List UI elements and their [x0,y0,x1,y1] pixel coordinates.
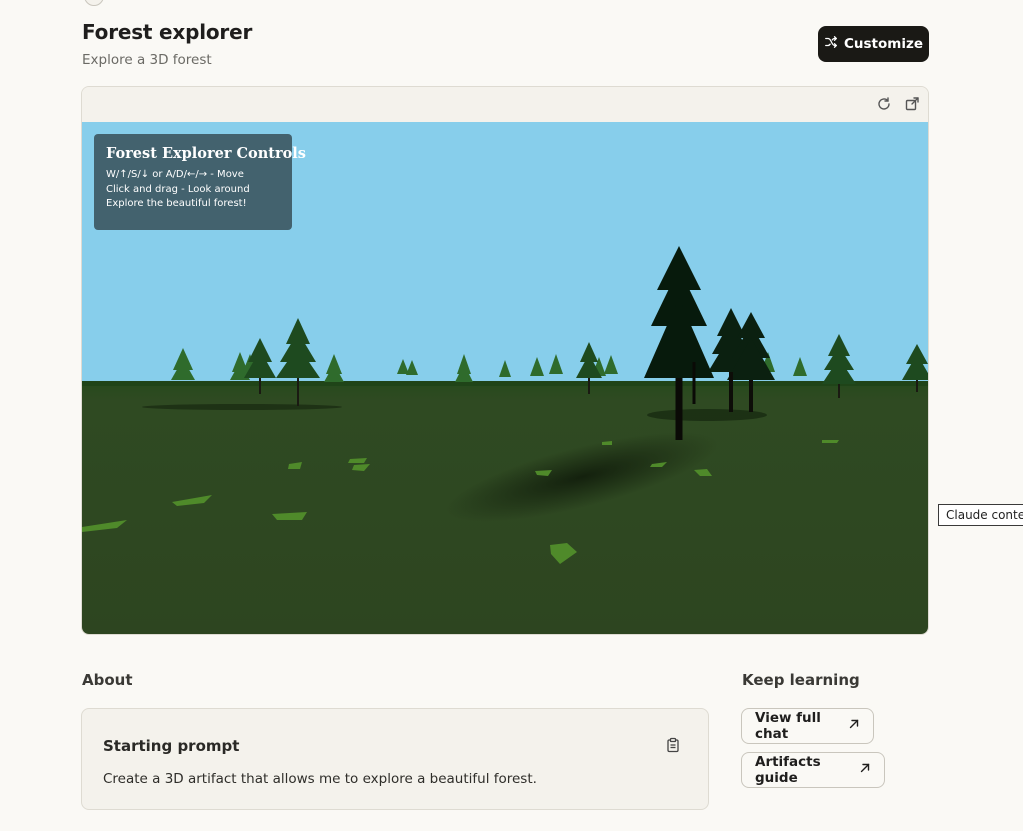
controls-line-move: W/↑/S/↓ or A/D/←/→ - Move [106,169,244,180]
customize-label: Customize [844,36,923,52]
forest-3d-viewport[interactable]: Forest Explorer Controls W/↑/S/↓ or A/D/… [82,122,928,634]
page-subtitle: Explore a 3D forest [82,52,212,68]
controls-line-look: Click and drag - Look around [106,183,250,195]
clipboard-icon[interactable] [665,737,681,753]
arrow-up-right-icon [859,762,871,778]
starting-prompt-card: Starting prompt Create a 3D artifact tha… [81,708,709,810]
prompt-title: Starting prompt [103,737,240,755]
artifacts-guide-button[interactable]: Artifacts guide [741,752,885,788]
controls-line-explore: Explore the beautiful forest! [106,198,247,209]
artifact-toolbar [82,87,928,123]
tooltip: Claude content [938,504,1023,526]
controls-title: Forest Explorer Controls [106,145,306,162]
prompt-text: Create a 3D artifact that allows me to e… [103,771,537,787]
about-heading: About [82,671,133,689]
customize-button[interactable]: Customize [818,26,929,62]
controls-panel: Forest Explorer Controls W/↑/S/↓ or A/D/… [94,134,306,230]
keep-learning-heading: Keep learning [742,671,860,689]
arrow-up-right-icon [848,718,860,734]
artifact-frame: Forest Explorer Controls W/↑/S/↓ or A/D/… [81,86,929,635]
view-full-chat-label: View full chat [755,710,821,742]
tree-shadow [142,404,342,410]
avatar[interactable] [84,0,104,6]
artifacts-guide-label: Artifacts guide [755,754,821,786]
refresh-icon[interactable] [876,96,892,112]
view-full-chat-button[interactable]: View full chat [741,708,874,744]
shuffle-icon [824,35,838,53]
page-title: Forest explorer [82,20,253,44]
external-link-icon[interactable] [904,96,920,112]
